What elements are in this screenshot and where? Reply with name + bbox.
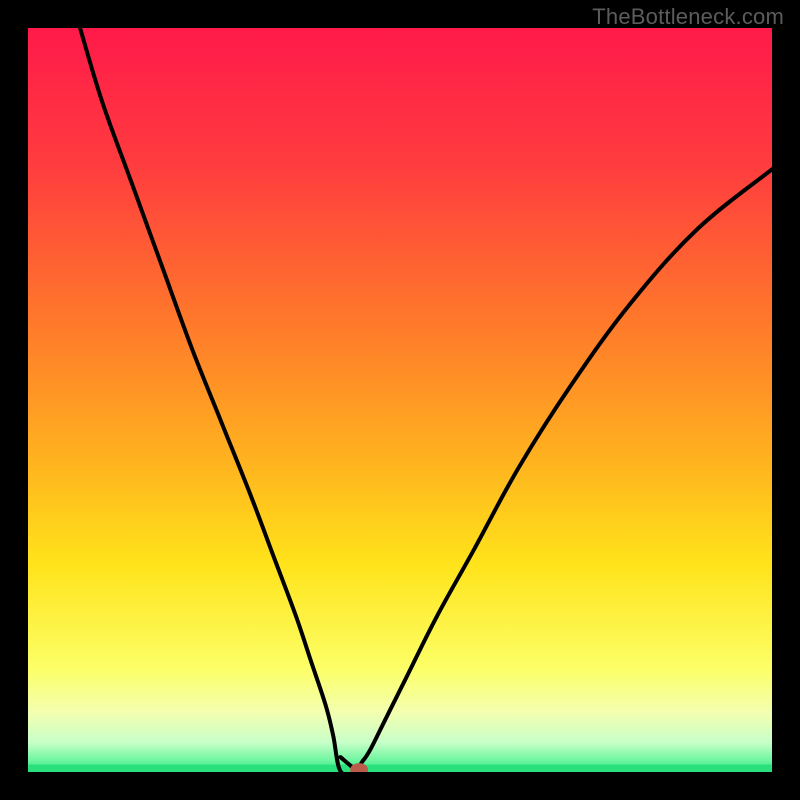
gradient-rect xyxy=(28,28,772,772)
bottom-band xyxy=(28,765,772,772)
plot-area xyxy=(28,28,772,772)
watermark-text: TheBottleneck.com xyxy=(592,4,784,30)
outer-frame: TheBottleneck.com xyxy=(0,0,800,800)
chart-svg xyxy=(28,28,772,772)
